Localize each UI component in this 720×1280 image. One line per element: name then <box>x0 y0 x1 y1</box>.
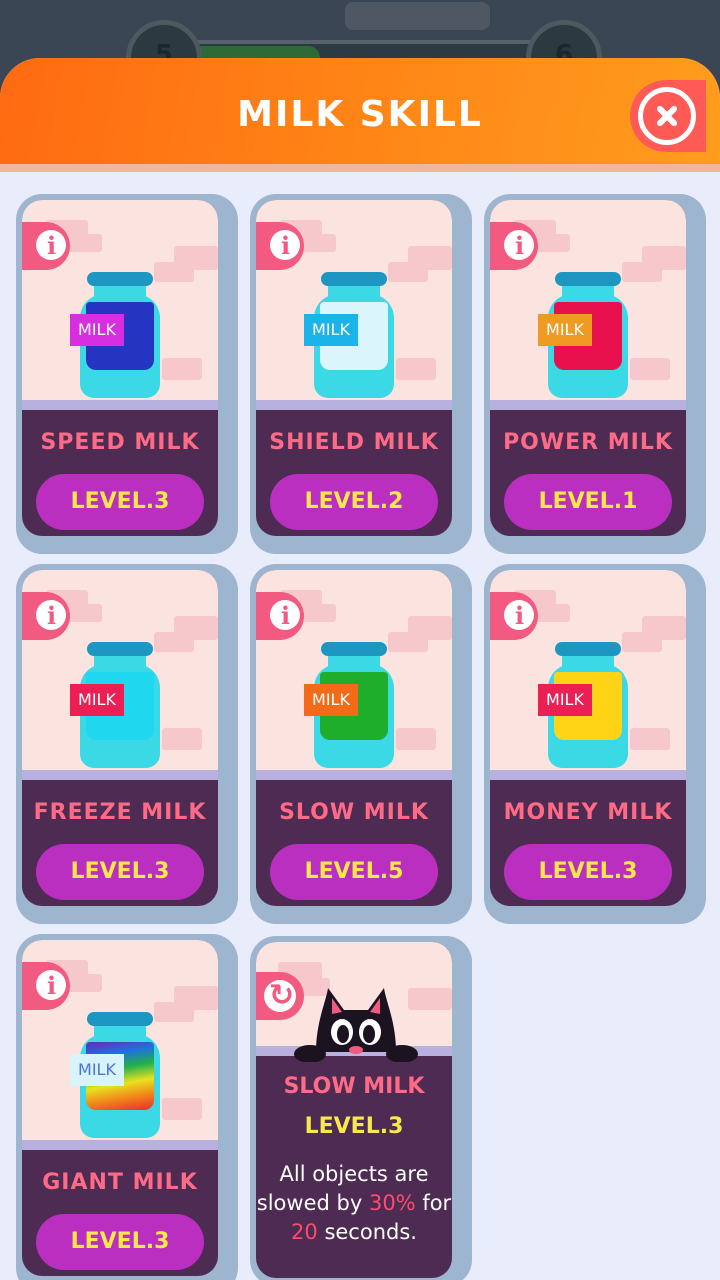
info-button[interactable]: i <box>22 592 70 640</box>
info-button[interactable]: i <box>256 592 304 640</box>
skill-name: GIANT MILK <box>42 1170 198 1195</box>
skill-card-inner: i MILK SPEED MILK LEVEL.3 <box>22 200 218 536</box>
skill-name: SHIELD MILK <box>269 430 439 455</box>
milk-bottle-icon: MILK <box>304 272 394 398</box>
milk-bottle-icon: MILK <box>304 642 394 768</box>
info-button[interactable]: i <box>256 222 304 270</box>
info-icon: i <box>515 231 525 260</box>
skill-card[interactable]: i MILK SLOW MILK LEVEL.5 <box>250 564 472 924</box>
upgrade-level-button[interactable]: LEVEL.1 <box>504 474 672 530</box>
card-shelf <box>256 400 452 410</box>
upgrade-level-button[interactable]: LEVEL.5 <box>270 844 438 900</box>
info-icon: i <box>47 971 57 1000</box>
detail-skill-level: LEVEL.3 <box>304 1114 404 1139</box>
milk-bottle-icon: MILK <box>70 1012 160 1138</box>
skill-card[interactable]: i MILK SPEED MILK LEVEL.3 <box>16 194 238 554</box>
upgrade-level-button[interactable]: LEVEL.3 <box>36 1214 204 1270</box>
upgrade-level-button[interactable]: LEVEL.3 <box>36 844 204 900</box>
skill-card-inner: i MILK SHIELD MILK LEVEL.2 <box>256 200 452 536</box>
skill-card-inner: i MILK SLOW MILK LEVEL.5 <box>256 570 452 906</box>
skill-detail-card: ↻ SLOW MILK LEVEL.3 All objects are slow… <box>250 936 472 1280</box>
slow-seconds: 20 <box>291 1220 318 1244</box>
milk-bottle-icon: MILK <box>70 642 160 768</box>
detail-skill-description: All objects are slowed by 30% for 20 sec… <box>256 1162 452 1244</box>
skill-card[interactable]: i MILK FREEZE MILK LEVEL.3 <box>16 564 238 924</box>
skill-card-inner: i MILK FREEZE MILK LEVEL.3 <box>22 570 218 906</box>
bottle-label: MILK <box>304 314 358 346</box>
skill-card[interactable]: i MILK SHIELD MILK LEVEL.2 <box>250 194 472 554</box>
card-shelf <box>490 770 686 780</box>
close-button[interactable] <box>630 80 706 152</box>
cat-mascot-icon <box>294 988 418 1062</box>
info-icon: i <box>281 601 291 630</box>
bottle-label: MILK <box>70 1054 124 1086</box>
bottle-label: MILK <box>538 314 592 346</box>
card-shelf <box>490 400 686 410</box>
info-button[interactable]: i <box>22 222 70 270</box>
skill-name: MONEY MILK <box>503 800 673 825</box>
card-shelf <box>256 770 452 780</box>
bottle-label: MILK <box>70 684 124 716</box>
skill-name: POWER MILK <box>503 430 673 455</box>
skill-name: FREEZE MILK <box>33 800 207 825</box>
info-icon: i <box>515 601 525 630</box>
info-button[interactable]: i <box>490 592 538 640</box>
panel-title: MILK SKILL <box>237 94 483 135</box>
skill-card[interactable]: i MILK MONEY MILK LEVEL.3 <box>484 564 706 924</box>
bottle-label: MILK <box>70 314 124 346</box>
skill-card-inner: i MILK GIANT MILK LEVEL.3 <box>22 940 218 1276</box>
card-shelf <box>22 400 218 410</box>
card-shelf <box>22 1140 218 1150</box>
milk-bottle-icon: MILK <box>538 272 628 398</box>
detail-skill-name: SLOW MILK <box>283 1074 425 1099</box>
card-shelf <box>22 770 218 780</box>
close-icon <box>638 87 696 145</box>
bottle-label: MILK <box>538 684 592 716</box>
upgrade-level-button[interactable]: LEVEL.3 <box>36 474 204 530</box>
skill-card-inner: i MILK MONEY MILK LEVEL.3 <box>490 570 686 906</box>
info-button[interactable]: i <box>22 962 70 1010</box>
skill-name: SPEED MILK <box>40 430 200 455</box>
bottle-label: MILK <box>304 684 358 716</box>
panel-header: MILK SKILL <box>0 58 720 172</box>
info-icon: i <box>281 231 291 260</box>
info-button[interactable]: i <box>490 222 538 270</box>
slow-percent: 30% <box>368 1191 416 1215</box>
info-icon: i <box>47 231 57 260</box>
skill-card[interactable]: i MILK POWER MILK LEVEL.1 <box>484 194 706 554</box>
hud-top-pill <box>345 2 490 30</box>
skill-detail-inner: ↻ SLOW MILK LEVEL.3 All objects are slow… <box>256 942 452 1278</box>
upgrade-level-button[interactable]: LEVEL.2 <box>270 474 438 530</box>
skill-card-inner: i MILK POWER MILK LEVEL.1 <box>490 200 686 536</box>
upgrade-level-button[interactable]: LEVEL.3 <box>504 844 672 900</box>
milk-bottle-icon: MILK <box>538 642 628 768</box>
skill-name: SLOW MILK <box>279 800 429 825</box>
info-icon: i <box>47 601 57 630</box>
milk-skill-panel: MILK SKILL i MILK SPEED MILK LEVEL.3 i MILK SH… <box>0 58 720 1280</box>
milk-bottle-icon: MILK <box>70 272 160 398</box>
skill-card[interactable]: i MILK GIANT MILK LEVEL.3 <box>16 934 238 1280</box>
